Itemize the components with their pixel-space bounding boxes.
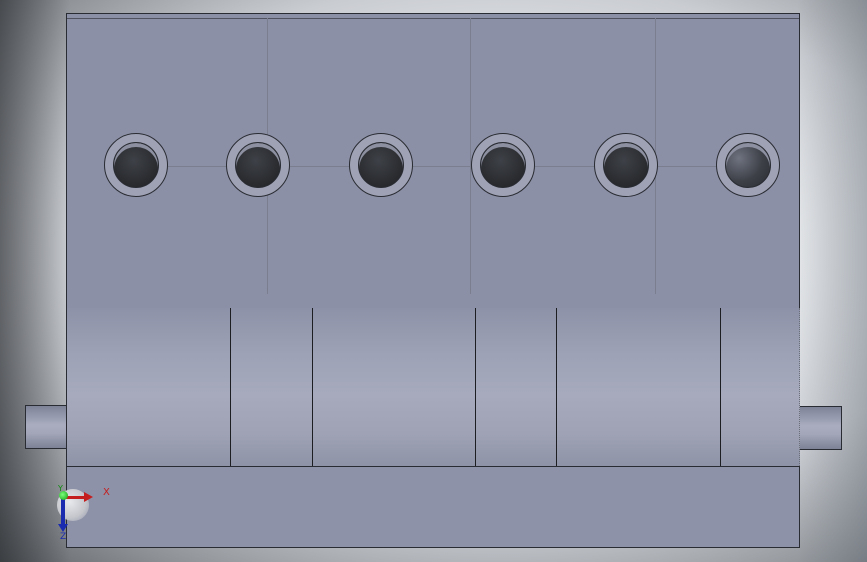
hole-bore — [603, 142, 649, 188]
cylinder-band[interactable] — [66, 308, 800, 466]
mounting-hole[interactable] — [226, 133, 290, 197]
segment-edge — [556, 308, 557, 466]
x-axis-arrowhead-icon — [84, 492, 93, 502]
base-plate-face[interactable] — [66, 466, 800, 548]
hole-bore — [358, 142, 404, 188]
viewport-shade-left — [0, 0, 70, 562]
shaft-stub-left[interactable] — [25, 405, 67, 449]
mounting-hole[interactable] — [471, 133, 535, 197]
x-axis-label: X — [103, 487, 110, 498]
reference-triad: X Y Z — [50, 484, 120, 544]
segment-edge — [312, 308, 313, 466]
top-plate-rim-edge — [67, 14, 799, 19]
z-axis-arrowhead-icon — [58, 524, 68, 532]
hole-bore — [113, 142, 159, 188]
segment-edge — [720, 308, 721, 466]
sketch-guide-line — [470, 18, 471, 294]
segment-edge — [475, 308, 476, 466]
z-axis-label: Z — [60, 532, 67, 542]
viewport-shade-right — [797, 0, 867, 562]
hole-bore — [480, 142, 526, 188]
mounting-hole[interactable] — [716, 133, 780, 197]
shaft-stub-right[interactable] — [800, 406, 842, 450]
mounting-hole[interactable] — [349, 133, 413, 197]
mounting-hole[interactable] — [104, 133, 168, 197]
z-axis-arrow — [61, 498, 65, 526]
y-axis-label: Y — [58, 484, 63, 493]
graphics-viewport[interactable]: X Y Z — [0, 0, 867, 562]
top-plate-face[interactable] — [66, 13, 800, 308]
segment-edge — [230, 308, 231, 466]
mounting-hole[interactable] — [594, 133, 658, 197]
hole-bore — [235, 142, 281, 188]
hole-bore — [725, 142, 771, 188]
cad-part-model[interactable] — [66, 13, 800, 548]
